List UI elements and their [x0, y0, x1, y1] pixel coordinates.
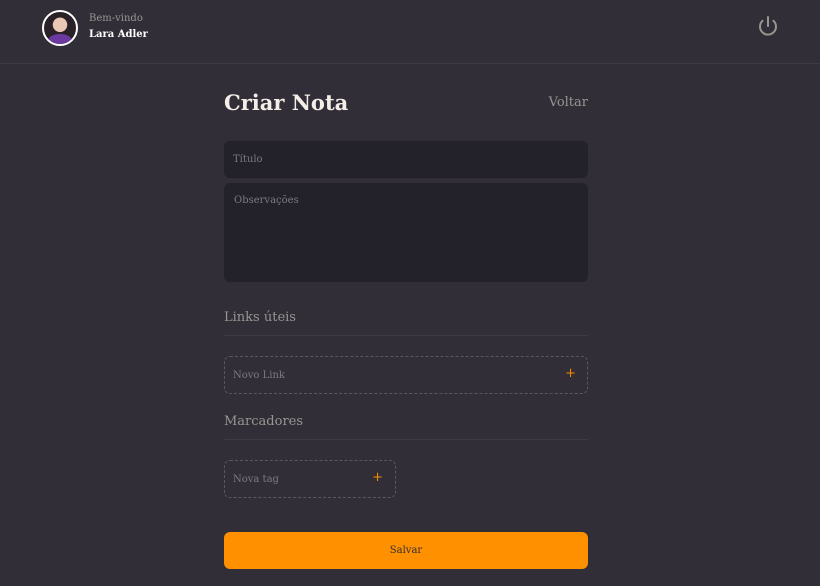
power-icon	[759, 16, 777, 36]
avatar[interactable]	[42, 10, 78, 46]
user-name[interactable]: Lara Adler	[89, 26, 148, 44]
welcome-label: Bem-vindo	[89, 13, 143, 24]
profile-text: Bem-vindo Lara Adler	[89, 12, 148, 44]
user-profile[interactable]: Bem-vindo Lara Adler	[42, 10, 148, 46]
title-input[interactable]	[224, 141, 588, 178]
app-header: Bem-vindo Lara Adler	[0, 0, 820, 64]
title-row: Criar Nota Voltar	[224, 90, 588, 120]
new-link-input[interactable]	[225, 357, 515, 393]
new-link-item: +	[224, 356, 588, 394]
logout-button[interactable]	[756, 14, 780, 38]
tags-section-title: Marcadores	[224, 414, 588, 440]
new-tag-item: +	[224, 460, 396, 498]
observations-textarea[interactable]	[224, 183, 588, 282]
back-link[interactable]: Voltar	[549, 95, 588, 110]
new-tag-input[interactable]	[225, 461, 361, 497]
save-button[interactable]: Salvar	[224, 532, 588, 569]
page-title: Criar Nota	[224, 90, 349, 115]
add-link-button[interactable]: +	[565, 367, 576, 381]
add-tag-button[interactable]: +	[372, 471, 383, 485]
links-section-title: Links úteis	[224, 310, 588, 336]
